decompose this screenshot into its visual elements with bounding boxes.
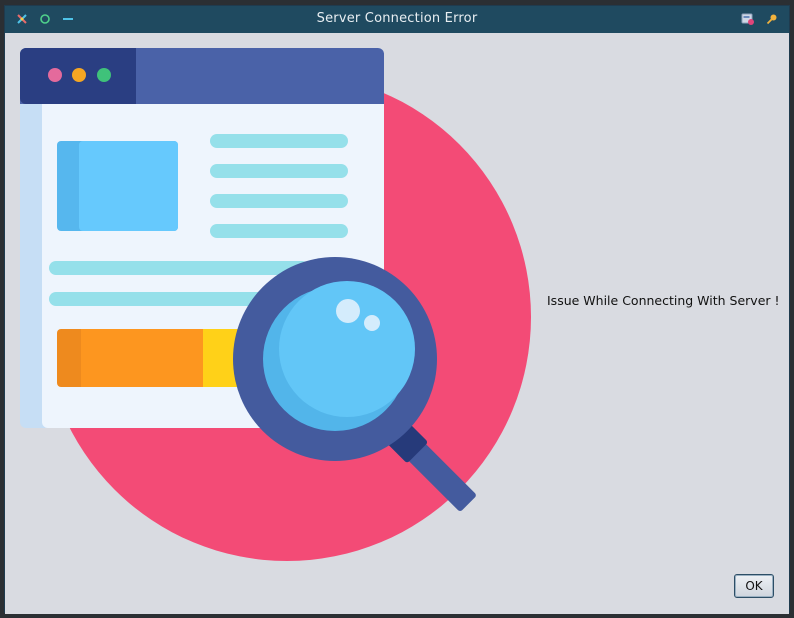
text-line-wide [49, 261, 309, 275]
window-title: Server Connection Error [316, 11, 478, 26]
text-line [210, 224, 348, 238]
error-message: Issue While Connecting With Server ! [547, 293, 780, 308]
text-line [210, 194, 348, 208]
lens-highlight [336, 299, 360, 323]
dialog-window: Server Connection Error Issue While Conn… [4, 5, 790, 614]
ok-button[interactable]: OK [734, 574, 774, 598]
window-dot-red [48, 68, 62, 82]
text-line [210, 164, 348, 178]
window-list-icon[interactable] [741, 12, 755, 26]
text-line [210, 134, 348, 148]
title-bar: Server Connection Error [5, 6, 789, 33]
dialog-content: Issue While Connecting With Server ! OK [5, 33, 789, 614]
text-line-wide [49, 292, 269, 306]
window-dot-yellow [72, 68, 86, 82]
window-dot-green [97, 68, 111, 82]
pin-icon[interactable] [765, 12, 779, 26]
error-illustration [20, 48, 531, 561]
